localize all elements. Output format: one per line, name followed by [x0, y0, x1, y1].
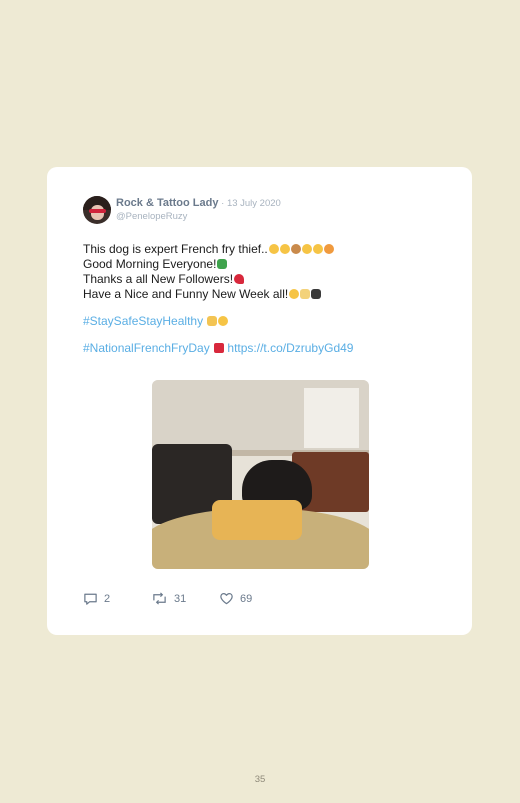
hashtag-frenchfry[interactable]: #NationalFrenchFryDay — [83, 341, 210, 355]
avatar[interactable] — [83, 196, 111, 224]
tweet-line: #StaySafeStayHealthy — [83, 314, 453, 329]
pray-emoji-icon — [207, 316, 218, 326]
clover-emoji-icon — [217, 259, 228, 269]
like-button[interactable]: 69 — [219, 591, 252, 606]
heart-emoji-icon — [234, 274, 245, 284]
tweet-line: This dog is expert French fry thief.. — [83, 242, 453, 257]
wink-emoji-icon — [312, 244, 323, 254]
author-line: Rock & Tattoo Lady · 13 July 2020 — [116, 197, 281, 209]
heart-icon — [220, 593, 233, 605]
date-separator: · — [218, 198, 227, 209]
retweet-count: 31 — [174, 592, 187, 605]
tweet-date[interactable]: 13 July 2020 — [227, 198, 281, 209]
grin-emoji-icon — [289, 289, 300, 299]
like-count: 69 — [240, 592, 253, 605]
hashtag-staysafe[interactable]: #StaySafeStayHealthy — [83, 314, 203, 328]
page-number: 35 — [254, 774, 266, 785]
laughing-emoji-icon — [268, 244, 279, 254]
author-handle[interactable]: @PenelopeRuzy — [116, 211, 187, 222]
tweet-line: Thanks a all New Followers! — [83, 272, 453, 287]
relieved-emoji-icon — [218, 316, 229, 326]
tweet-line: Good Morning Everyone! — [83, 257, 453, 272]
tweet-line: #NationalFrenchFryDay https://t.co/Dzrub… — [83, 341, 453, 356]
tweet-link[interactable]: https://t.co/DzrubyGd49 — [227, 341, 353, 355]
reply-icon — [84, 593, 97, 605]
kiss-emoji-icon — [301, 244, 312, 254]
kiss-heart-emoji-icon — [323, 244, 334, 254]
dog-emoji-icon — [290, 244, 301, 254]
victory-hand-emoji-icon — [300, 289, 311, 299]
retweet-icon — [153, 592, 166, 605]
smile-emoji-icon — [279, 244, 290, 254]
tweet-card: Rock & Tattoo Lady · 13 July 2020 @Penel… — [47, 167, 472, 635]
reply-button[interactable]: 2 — [83, 591, 110, 606]
display-name[interactable]: Rock & Tattoo Lady — [116, 197, 218, 209]
paw-prints-emoji-icon — [311, 289, 322, 299]
tweet-media-gif[interactable] — [152, 380, 369, 569]
tweet-text: This dog is expert French fry thief.. Go… — [83, 242, 453, 356]
retweet-button[interactable]: 31 — [151, 591, 186, 606]
fries-emoji-icon — [214, 343, 225, 353]
reply-count: 2 — [104, 592, 111, 605]
tweet-line: Have a Nice and Funny New Week all! — [83, 287, 453, 302]
